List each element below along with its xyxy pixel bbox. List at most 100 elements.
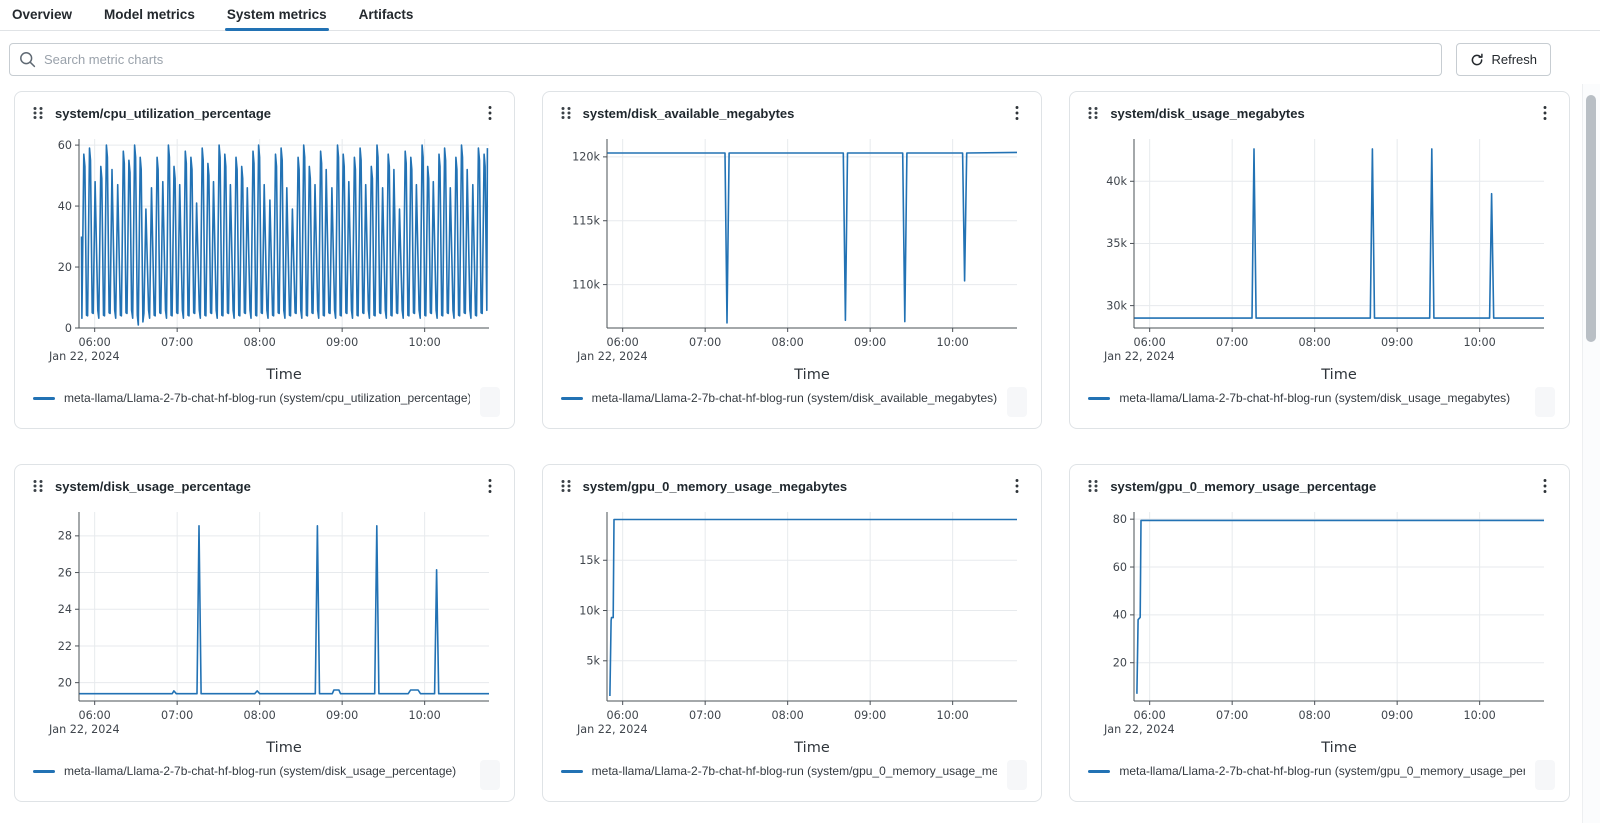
chart-title: system/gpu_0_memory_usage_percentage	[1110, 478, 1377, 494]
svg-text:35k: 35k	[1107, 237, 1128, 250]
kebab-menu-button[interactable]	[1009, 477, 1025, 495]
svg-text:40k: 40k	[1107, 175, 1128, 188]
svg-text:09:00: 09:00	[1381, 336, 1413, 349]
page-scrollbar-thumb[interactable]	[1586, 95, 1596, 342]
svg-text:28: 28	[58, 530, 72, 543]
svg-text:08:00: 08:00	[244, 709, 276, 722]
drag-handle-icon[interactable]	[31, 479, 45, 493]
svg-text:10:00: 10:00	[936, 336, 968, 349]
svg-text:10k: 10k	[579, 604, 600, 617]
tab-system-metrics[interactable]: System metrics	[224, 1, 329, 31]
metric-chart-card: system/disk_usage_percentage 20 22 24 26 28 0…	[14, 464, 515, 802]
svg-text:24: 24	[58, 603, 72, 616]
legend-item[interactable]: meta-llama/Llama-2-7b-chat-hf-blog-run (…	[560, 391, 997, 405]
drag-handle-icon[interactable]	[1086, 106, 1100, 120]
kebab-menu-button[interactable]	[1537, 477, 1553, 495]
svg-text:Jan 22, 2024: Jan 22, 2024	[1103, 723, 1175, 736]
chart-title: system/disk_available_megabytes	[582, 105, 795, 121]
toolbar: Refresh	[9, 43, 1551, 76]
svg-text:Time: Time	[265, 367, 302, 383]
legend-item[interactable]: meta-llama/Llama-2-7b-chat-hf-blog-run (…	[560, 764, 997, 778]
search-input[interactable]	[9, 43, 1443, 76]
svg-text:07:00: 07:00	[161, 709, 193, 722]
svg-text:Time: Time	[793, 367, 830, 383]
svg-text:110k: 110k	[572, 278, 600, 291]
svg-text:80: 80	[1113, 513, 1127, 526]
svg-text:08:00: 08:00	[1299, 709, 1331, 722]
svg-text:09:00: 09:00	[326, 709, 358, 722]
line-chart[interactable]: 110k 115k 120k 06:00 07:00 08:00 09:00 10:00 Jan…	[559, 134, 1023, 384]
page-scrollbar-track[interactable]	[1582, 84, 1600, 823]
resize-handle[interactable]	[1534, 760, 1555, 790]
svg-text:5k: 5k	[586, 655, 600, 668]
svg-text:10:00: 10:00	[1464, 336, 1496, 349]
legend-row: meta-llama/Llama-2-7b-chat-hf-blog-run (…	[31, 387, 500, 421]
svg-text:09:00: 09:00	[1381, 709, 1413, 722]
legend-label: meta-llama/Llama-2-7b-chat-hf-blog-run (…	[64, 764, 457, 778]
line-chart[interactable]: 5k 10k 15k 06:00 07:00 08:00 09:00 10:00 Jan 22,…	[559, 507, 1023, 757]
svg-text:15k: 15k	[579, 554, 600, 567]
legend-item[interactable]: meta-llama/Llama-2-7b-chat-hf-blog-run (…	[1088, 764, 1525, 778]
svg-text:Jan 22, 2024: Jan 22, 2024	[576, 723, 648, 736]
svg-text:09:00: 09:00	[326, 336, 358, 349]
refresh-button[interactable]: Refresh	[1456, 43, 1551, 76]
resize-handle[interactable]	[479, 760, 500, 790]
line-chart[interactable]: 20 40 60 80 06:00 07:00 08:00 09:00 10:00 Jan 22,…	[1086, 507, 1550, 757]
drag-handle-icon[interactable]	[559, 479, 573, 493]
drag-handle-icon[interactable]	[31, 106, 45, 120]
resize-handle[interactable]	[1534, 387, 1555, 417]
svg-text:20: 20	[58, 676, 72, 689]
svg-text:08:00: 08:00	[771, 336, 803, 349]
svg-text:120k: 120k	[572, 151, 600, 164]
svg-text:26: 26	[58, 566, 72, 579]
tab-overview[interactable]: Overview	[10, 1, 74, 30]
svg-text:Time: Time	[1321, 740, 1358, 756]
metric-chart-card: system/gpu_0_memory_usage_megabytes 5k 10…	[541, 464, 1043, 802]
line-chart[interactable]: 0 20 40 60 06:00 07:00 08:00 09:00 10:00 Jan 22, …	[31, 134, 495, 384]
resize-handle[interactable]	[479, 387, 500, 417]
metric-chart-card: system/gpu_0_memory_usage_percentage 20 4…	[1069, 464, 1570, 802]
chart-title: system/disk_usage_megabytes	[1110, 105, 1305, 121]
refresh-label: Refresh	[1491, 52, 1537, 67]
svg-text:07:00: 07:00	[689, 336, 721, 349]
chart-title: system/cpu_utilization_percentage	[55, 105, 272, 121]
kebab-menu-button[interactable]	[1537, 104, 1553, 122]
svg-text:40: 40	[58, 200, 72, 213]
legend-line-swatch	[1088, 769, 1111, 773]
legend-label: meta-llama/Llama-2-7b-chat-hf-blog-run (…	[1119, 391, 1511, 405]
legend-row: meta-llama/Llama-2-7b-chat-hf-blog-run (…	[559, 387, 1028, 421]
svg-text:Jan 22, 2024: Jan 22, 2024	[48, 350, 120, 363]
svg-text:60: 60	[58, 139, 72, 152]
metric-chart-card: system/cpu_utilization_percentage 0 20 40 6…	[14, 91, 515, 429]
kebab-menu-button[interactable]	[482, 477, 498, 495]
legend-line-swatch	[560, 769, 583, 773]
kebab-menu-button[interactable]	[482, 104, 498, 122]
svg-text:10:00: 10:00	[1464, 709, 1496, 722]
line-chart[interactable]: 30k 35k 40k 06:00 07:00 08:00 09:00 10:00 Jan 22…	[1086, 134, 1550, 384]
legend-item[interactable]: meta-llama/Llama-2-7b-chat-hf-blog-run (…	[33, 764, 456, 778]
resize-handle[interactable]	[1007, 760, 1028, 790]
tab-model-metrics[interactable]: Model metrics	[102, 1, 197, 30]
svg-text:06:00: 06:00	[79, 709, 111, 722]
legend-line-swatch	[33, 396, 55, 400]
card-header: system/cpu_utilization_percentage	[31, 92, 498, 134]
chart-title: system/disk_usage_percentage	[55, 478, 251, 494]
resize-handle[interactable]	[1007, 387, 1028, 417]
legend-item[interactable]: meta-llama/Llama-2-7b-chat-hf-blog-run (…	[33, 391, 470, 405]
svg-text:08:00: 08:00	[244, 336, 276, 349]
svg-text:Time: Time	[793, 740, 830, 756]
kebab-menu-button[interactable]	[1009, 104, 1025, 122]
svg-text:0: 0	[65, 322, 72, 335]
line-chart[interactable]: 20 22 24 26 28 06:00 07:00 08:00 09:00 10:00 Jan 2…	[31, 507, 495, 757]
svg-text:10:00: 10:00	[409, 709, 441, 722]
drag-handle-icon[interactable]	[559, 106, 573, 120]
tab-artifacts[interactable]: Artifacts	[357, 1, 416, 30]
svg-text:07:00: 07:00	[1216, 709, 1248, 722]
svg-text:06:00: 06:00	[606, 709, 638, 722]
svg-text:08:00: 08:00	[771, 709, 803, 722]
metric-chart-card: system/disk_available_megabytes 110k 115k…	[541, 91, 1043, 429]
card-header: system/disk_usage_megabytes	[1086, 92, 1553, 134]
legend-item[interactable]: meta-llama/Llama-2-7b-chat-hf-blog-run (…	[1088, 391, 1510, 405]
drag-handle-icon[interactable]	[1086, 479, 1100, 493]
card-header: system/gpu_0_memory_usage_percentage	[1086, 465, 1553, 507]
